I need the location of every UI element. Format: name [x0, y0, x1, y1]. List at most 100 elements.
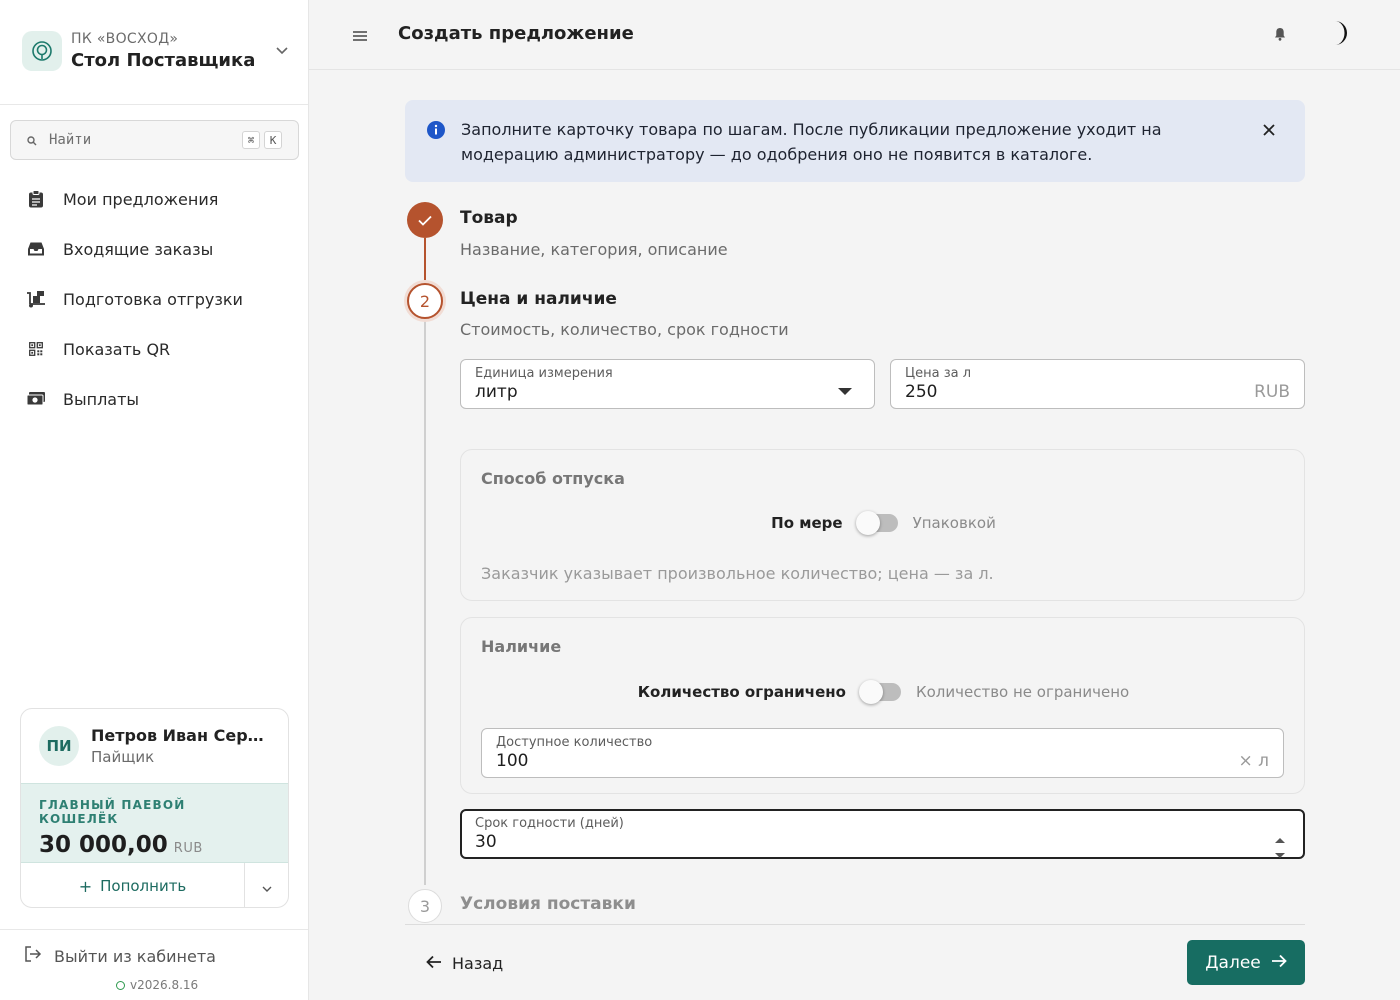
sidebar-item-offers[interactable]: Мои предложения — [0, 174, 308, 224]
release-method-toggle[interactable] — [855, 511, 898, 535]
step-3-title: Условия поставки — [460, 894, 636, 914]
sidebar-item-label: Мои предложения — [63, 189, 219, 209]
shelf-life-label: Срок годности (дней) — [475, 816, 624, 831]
availability-option-left: Количество ограничено — [637, 683, 846, 701]
user-profile[interactable]: ПИ Петров Иван Сергеевич Пайщик — [21, 709, 288, 783]
notifications-button[interactable] — [1270, 25, 1290, 45]
search-input[interactable]: Найти ⌘ K — [10, 120, 299, 160]
info-icon — [426, 120, 446, 140]
topup-button[interactable]: + Пополнить — [21, 863, 245, 907]
next-label: Далее — [1205, 952, 1261, 973]
wallet-label: ГЛАВНЫЙ ПАЕВОЙ КОШЕЛЁК — [39, 798, 186, 826]
step-2-number: 2 — [419, 291, 431, 311]
clipboard-icon — [26, 189, 46, 209]
spinner-down-icon[interactable] — [1274, 844, 1286, 863]
release-option-right: Упаковкой — [912, 514, 996, 532]
step-3-number: 3 — [419, 896, 431, 916]
back-button[interactable]: Назад — [420, 946, 509, 980]
chevron-down-icon — [272, 41, 292, 61]
logout-icon — [24, 946, 42, 966]
app-version: v2026.8.16 — [116, 978, 198, 992]
shelf-life-value: 30 — [475, 832, 497, 852]
sidebar-nav: Мои предложения Входящие заказы Подготов… — [0, 174, 308, 424]
sidebar-item-show-qr[interactable]: Показать QR — [0, 324, 308, 374]
search-placeholder: Найти — [49, 132, 92, 148]
wallet-balance: 30 000,00 — [39, 832, 168, 858]
user-name: Петров Иван Сергеевич — [91, 726, 271, 745]
org-switcher[interactable]: ПК «ВОСХОД» Стол Поставщика — [22, 28, 292, 74]
status-dot-icon — [116, 980, 125, 990]
step-3-indicator[interactable]: 3 — [408, 889, 442, 923]
shelf-life-field[interactable]: Срок годности (дней) 30 — [460, 809, 1305, 859]
chevron-down-icon — [262, 877, 272, 896]
price-field[interactable]: Цена за л 250 RUB — [890, 359, 1305, 409]
quantity-value: 100 — [496, 751, 529, 771]
quantity-label: Доступное количество — [496, 735, 653, 750]
arrow-left-icon — [426, 954, 442, 973]
page-title: Создать предложение — [398, 23, 634, 44]
search-icon — [27, 131, 37, 150]
unit-value: литр — [475, 382, 518, 402]
sidebar-divider — [0, 929, 308, 930]
release-method-panel: Способ отпуска По мере Упаковкой Заказчи… — [460, 449, 1305, 601]
hamburger-icon — [353, 26, 367, 45]
org-short-name: ПК «ВОСХОД» — [71, 31, 179, 47]
logout-label: Выйти из кабинета — [54, 946, 216, 966]
toggle-knob — [855, 511, 880, 535]
arrow-right-icon — [1271, 953, 1287, 973]
qr-icon — [26, 339, 46, 359]
avatar: ПИ — [39, 726, 79, 766]
next-button[interactable]: Далее — [1187, 940, 1305, 985]
top-bar: Создать предложение — [309, 0, 1400, 70]
bell-icon — [1274, 26, 1286, 45]
price-label: Цена за л — [905, 366, 972, 381]
wallet-menu-button[interactable] — [245, 863, 288, 907]
theme-toggle-button[interactable] — [1325, 20, 1355, 50]
org-logo-icon — [22, 31, 62, 71]
user-card: ПИ Петров Иван Сергеевич Пайщик ГЛАВНЫЙ … — [20, 708, 289, 908]
availability-title: Наличие — [481, 637, 562, 656]
release-method-title: Способ отпуска — [481, 469, 625, 488]
info-alert: Заполните карточку товара по шагам. Посл… — [405, 100, 1305, 182]
step-connector — [424, 238, 426, 280]
price-value: 250 — [905, 382, 938, 402]
logout-button[interactable]: Выйти из кабинета — [24, 946, 216, 966]
version-text: v2026.8.16 — [130, 978, 199, 992]
plus-icon: + — [78, 876, 93, 896]
sidebar-item-payouts[interactable]: Выплаты — [0, 374, 308, 424]
sidebar-item-shipment-prep[interactable]: Подготовка отгрузки — [0, 274, 308, 324]
step-1-title: Товар — [460, 208, 518, 228]
toggle-knob — [858, 680, 883, 704]
shortcut-key-k: K — [264, 131, 282, 149]
step-1-indicator[interactable] — [407, 202, 443, 238]
moon-icon — [1329, 20, 1351, 50]
quantity-unit: × л — [1238, 751, 1269, 771]
check-icon — [418, 211, 432, 230]
step-2-subtitle: Стоимость, количество, срок годности — [460, 320, 789, 339]
caret-down-icon — [838, 381, 852, 400]
availability-toggle[interactable] — [858, 680, 901, 704]
inbox-icon — [26, 239, 46, 259]
unit-select[interactable]: Единица измерения литр — [460, 359, 875, 409]
back-label: Назад — [452, 953, 504, 973]
footer-divider — [405, 924, 1305, 925]
user-role: Пайщик — [91, 748, 155, 766]
menu-button[interactable] — [350, 25, 370, 45]
dolly-icon — [26, 289, 46, 309]
close-icon — [1263, 121, 1275, 140]
sidebar-divider — [0, 104, 308, 105]
org-name: Стол Поставщика — [71, 50, 256, 71]
wallet-panel: ГЛАВНЫЙ ПАЕВОЙ КОШЕЛЁК 30 000,00 RUB — [21, 783, 288, 863]
sidebar-item-label: Выплаты — [63, 389, 140, 409]
step-2-indicator: 2 — [407, 283, 443, 319]
release-method-hint: Заказчик указывает произвольное количест… — [481, 564, 994, 583]
sidebar-item-incoming-orders[interactable]: Входящие заказы — [0, 224, 308, 274]
sidebar-item-label: Подготовка отгрузки — [63, 289, 243, 309]
money-icon — [26, 389, 46, 409]
unit-label: Единица измерения — [475, 366, 613, 381]
wallet-currency: RUB — [173, 841, 203, 856]
sidebar: ПК «ВОСХОД» Стол Поставщика Найти ⌘ K Мо… — [0, 0, 309, 1000]
step-1-subtitle: Название, категория, описание — [460, 240, 728, 259]
available-quantity-field[interactable]: Доступное количество 100 × л — [481, 728, 1284, 778]
alert-close-button[interactable] — [1258, 119, 1280, 141]
